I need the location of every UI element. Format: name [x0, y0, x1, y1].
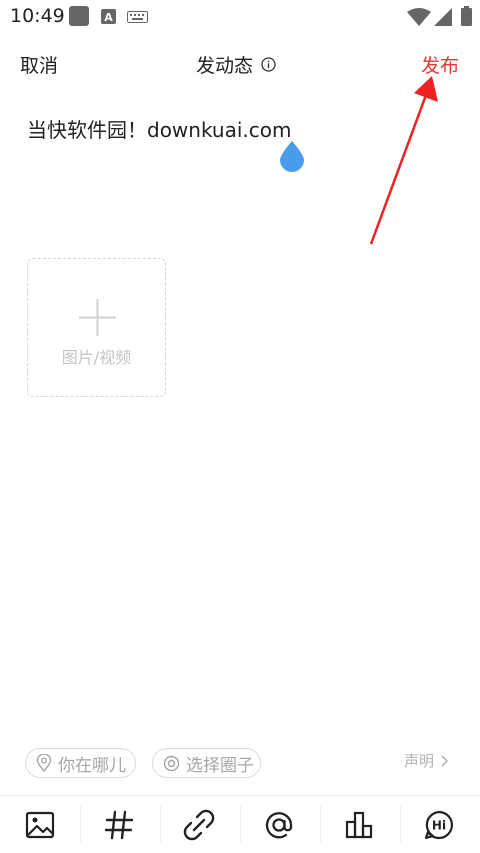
poll-icon[interactable] [342, 808, 376, 842]
keyboard-icon [127, 11, 148, 23]
circle-select-icon [163, 755, 180, 771]
statement-link[interactable]: 声明 [404, 750, 450, 771]
post-text-input[interactable]: 当快软件园！downkuai.com [27, 114, 292, 143]
info-icon[interactable] [261, 57, 276, 72]
circle-chip-label: 选择圈子 [186, 755, 254, 776]
toolbar-separator [320, 806, 321, 842]
plus-icon [79, 299, 116, 336]
location-chip[interactable]: 你在哪儿 [25, 748, 136, 778]
svg-text:A: A [104, 11, 113, 24]
signal-icon [434, 8, 452, 26]
status-time: 10:49 [10, 5, 65, 27]
image-icon[interactable] [23, 808, 57, 842]
mention-icon[interactable] [262, 808, 296, 842]
header-bar: 取消 发动态 发布 [0, 44, 480, 84]
publish-button[interactable]: 发布 [421, 51, 459, 78]
toolbar-separator [240, 806, 241, 842]
bottom-toolbar: Hi [0, 796, 480, 853]
page-title: 发动态 [196, 55, 254, 77]
location-pin-icon [36, 754, 52, 772]
add-media-button[interactable]: 图片/视频 [27, 258, 166, 397]
a-badge-icon: A [101, 9, 116, 24]
hi-icon[interactable]: Hi [422, 808, 456, 842]
hashtag-icon[interactable] [102, 808, 136, 842]
media-label: 图片/视频 [61, 348, 132, 367]
status-bar: 10:49 A [0, 0, 480, 34]
link-icon[interactable] [182, 808, 216, 842]
cancel-button[interactable]: 取消 [20, 51, 58, 78]
toolbar-separator [400, 806, 401, 842]
chevron-right-icon [441, 754, 449, 767]
circle-chip[interactable]: 选择圈子 [152, 748, 261, 778]
statement-label: 声明 [404, 752, 435, 770]
location-chip-label: 你在哪儿 [58, 755, 126, 776]
toolbar-separator [80, 806, 81, 842]
text-cursor-handle-icon[interactable] [278, 139, 306, 173]
gallery-icon [69, 6, 89, 26]
page-title-group: 发动态 [196, 51, 276, 78]
battery-icon [461, 6, 472, 26]
svg-text:Hi: Hi [432, 819, 446, 833]
wifi-icon [407, 8, 431, 26]
toolbar-separator [160, 806, 161, 842]
